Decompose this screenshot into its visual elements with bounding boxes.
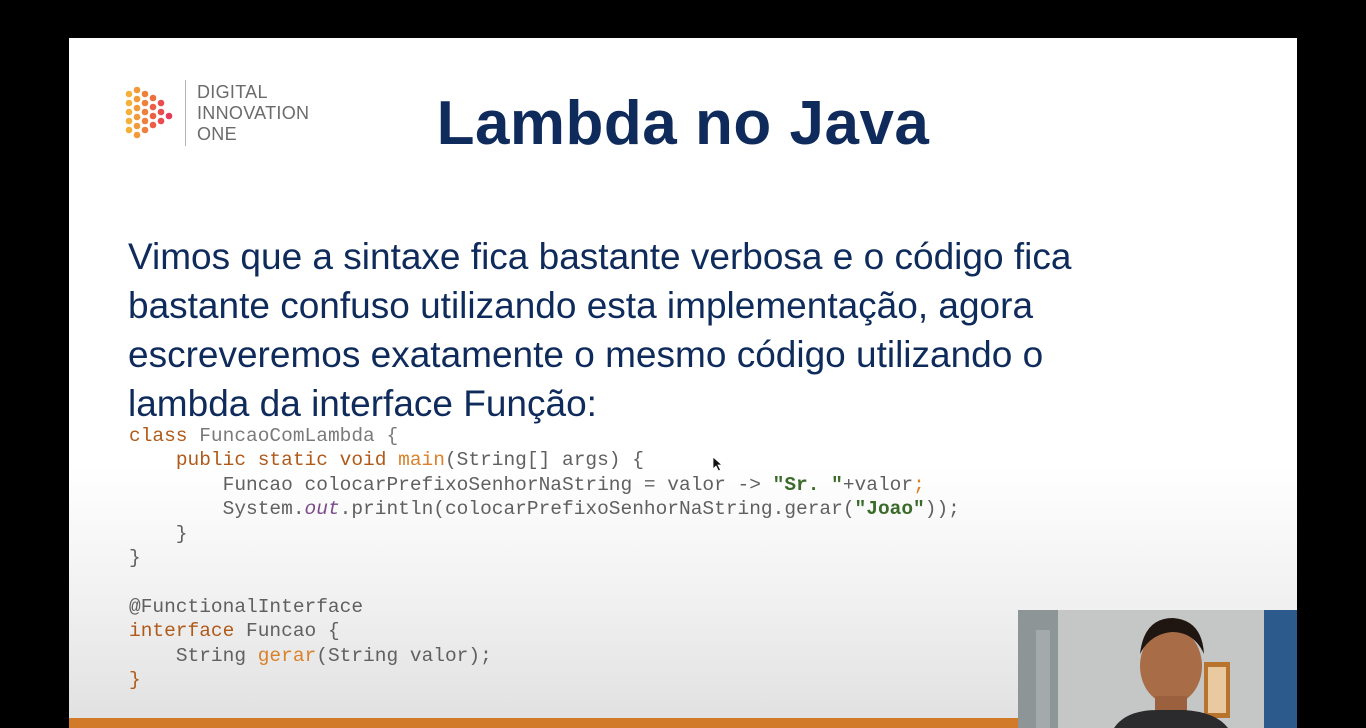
code-line-3: Funcao colocarPrefixoSenhorNaString = va… (129, 473, 960, 497)
code-keyword: public static void (175, 449, 399, 472)
code-line-1: class FuncaoComLambda { (129, 424, 960, 448)
code-line-2: public static void main(String[] args) { (129, 448, 960, 472)
code-line-4: System.out.println(colocarPrefixoSenhorN… (129, 497, 960, 521)
code-line-9: interface Funcao { (129, 619, 960, 643)
code-keyword: interface (129, 620, 235, 643)
paragraph-line-1: Vimos que a sintaxe fica bastante verbos… (128, 236, 1072, 277)
code-function-name: main (398, 449, 445, 472)
code-keyword: class (129, 425, 188, 447)
code-text: String (175, 644, 258, 667)
code-text: .println(colocarPrefixoSenhorNaString.ge… (339, 498, 855, 521)
code-line-11: } (129, 669, 141, 692)
code-string: "Joao" (854, 498, 925, 521)
slide-paragraph: Vimos que a sintaxe fica bastante verbos… (128, 232, 1248, 428)
code-semicolon: ; (913, 473, 925, 496)
video-frame: DIGITAL INNOVATION ONE Lambda no Java Vi… (0, 0, 1366, 728)
code-text: FuncaoComLambda { (187, 425, 399, 447)
slide-title: Lambda no Java (436, 89, 930, 158)
code-line-8: @FunctionalInterface (129, 595, 364, 618)
code-line-6: } (129, 547, 141, 570)
paragraph-line-3: escreveremos exatamente o mesmo código u… (128, 334, 1044, 375)
code-text: Funcao colocarPrefixoSenhorNaString = va… (222, 473, 773, 496)
mouse-cursor-icon (712, 456, 724, 472)
code-line-5: } (129, 522, 188, 545)
code-text: )); (924, 498, 960, 521)
paragraph-line-4: lambda da interface Função: (128, 383, 597, 424)
paragraph-line-2: bastante confuso utilizando esta impleme… (128, 285, 1034, 326)
code-text: (String valor); (316, 644, 492, 667)
code-text: +valor (842, 473, 914, 496)
code-string: "Sr. " (772, 473, 843, 496)
code-text: Funcao { (234, 620, 340, 643)
webcam-overlay (1018, 610, 1297, 728)
code-function-name: gerar (257, 644, 317, 667)
presenter-video-icon (1018, 610, 1297, 728)
code-block: class FuncaoComLambda { public static vo… (129, 424, 960, 692)
code-text: System. (222, 498, 305, 521)
code-line-10: String gerar(String valor); (129, 644, 960, 668)
code-field: out (304, 498, 340, 521)
code-text: (String[] args) { (444, 449, 644, 472)
